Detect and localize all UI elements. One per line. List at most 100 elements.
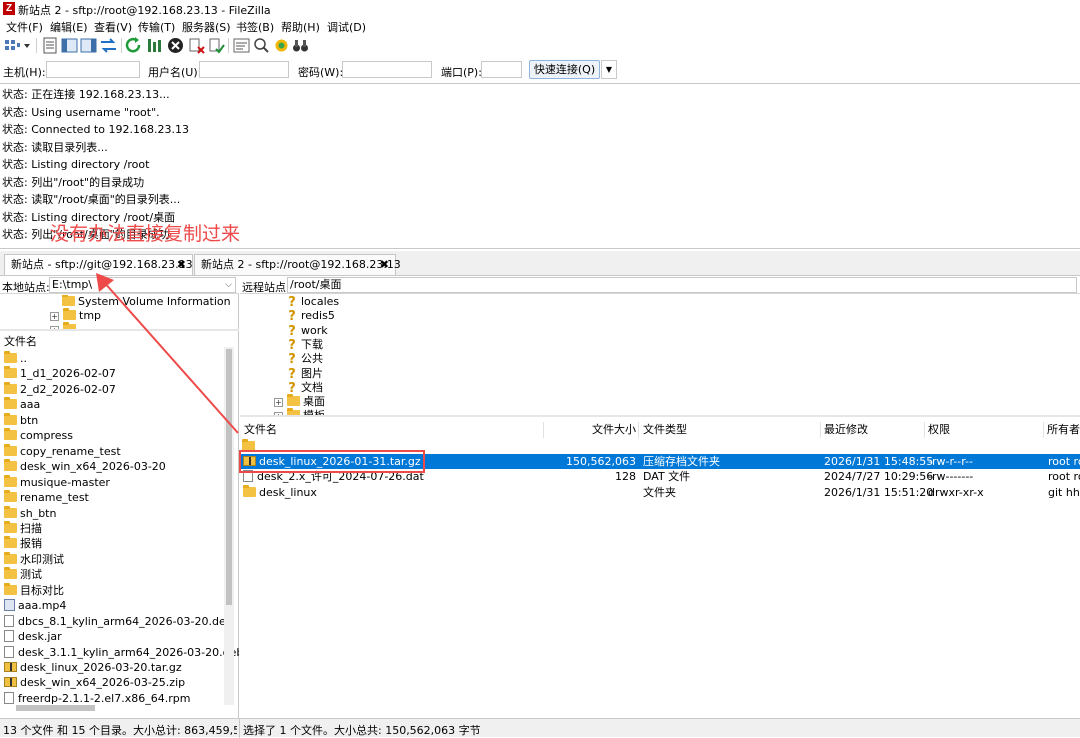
tree-item[interactable]: ? work xyxy=(286,324,327,338)
binoculars-icon[interactable] xyxy=(292,37,309,54)
tree-item[interactable]: ? locales xyxy=(286,295,339,309)
list-item[interactable]: 水印测试 xyxy=(4,551,64,567)
tree-item[interactable]: ? 下载 xyxy=(286,338,323,352)
menu-file[interactable]: 文件(F) xyxy=(6,19,43,35)
filter-icon[interactable] xyxy=(233,37,250,54)
scrollbar-thumb[interactable] xyxy=(226,349,232,605)
disconnect-icon[interactable] xyxy=(188,37,205,54)
list-item-parent[interactable] xyxy=(242,439,258,454)
table-row[interactable]: desk_2.x_许可_2024-07-26.dat 128 DAT 文件 2024/… xyxy=(240,469,1080,484)
quickconnect-dropdown[interactable]: ▼ xyxy=(601,60,617,79)
list-item[interactable]: desk_win_x64_2026-03-25.zip xyxy=(4,675,185,690)
file-name: dbcs_8.1_kylin_arm64_2026-03-20.deb xyxy=(18,614,233,628)
local-tree: System Volume Information + tmp + xyxy=(0,295,239,331)
chevron-down-icon[interactable] xyxy=(22,37,32,54)
tree-item[interactable]: ? 图片 xyxy=(286,367,323,381)
menu-edit[interactable]: 编辑(E) xyxy=(50,19,88,35)
process-queue-icon[interactable] xyxy=(146,37,163,54)
menu-server[interactable]: 服务器(S) xyxy=(182,19,231,35)
tree-item[interactable]: ? 文档 xyxy=(286,381,323,395)
list-item[interactable]: aaa xyxy=(4,397,40,412)
tree-item[interactable]: + tmp xyxy=(50,308,101,323)
list-item[interactable]: desk_3.1.1_kylin_arm64_2026-03-20.deb xyxy=(4,645,239,660)
folder-icon xyxy=(4,490,17,503)
list-item[interactable]: desk_win_x64_2026-03-20 xyxy=(4,459,166,474)
list-item[interactable]: .. xyxy=(4,351,27,366)
transfer-queue-icon[interactable] xyxy=(100,37,117,54)
list-item[interactable]: dbcs_8.1_kylin_arm64_2026-03-20.deb xyxy=(4,614,233,629)
local-path-combobox[interactable]: E:\tmp\ ⌵ xyxy=(49,277,236,293)
table-row[interactable]: desk_linux_2026-01-31.tar.gz 150,562,063 压… xyxy=(240,454,1080,469)
host-input[interactable] xyxy=(46,61,140,78)
local-col-filename[interactable]: 文件名 xyxy=(4,333,37,351)
quickconnect-button[interactable]: 快速连接(Q) xyxy=(529,60,600,79)
list-item[interactable]: freerdp-2.1.1-2.el7.x86_64.rpm xyxy=(4,691,190,706)
local-horizontal-scroll-thumb[interactable] xyxy=(16,705,95,711)
tab-site-git[interactable]: 新站点 - sftp://git@192.168.23.13 ✖ xyxy=(4,254,193,275)
toggle-log-icon[interactable] xyxy=(42,37,59,54)
folder-icon xyxy=(4,520,17,533)
remote-col-owner[interactable]: 所有者... xyxy=(1047,421,1080,439)
remote-site-bar: 远程站点: /root/桌面 xyxy=(240,276,1080,294)
list-item[interactable]: copy_rename_test xyxy=(4,443,121,459)
close-icon[interactable]: ✖ xyxy=(380,255,389,274)
menu-debug[interactable]: 调试(D) xyxy=(327,19,366,35)
file-name: desk.jar xyxy=(18,630,62,644)
cancel-operation-icon[interactable] xyxy=(167,37,184,54)
remote-col-perms[interactable]: 权限 xyxy=(928,421,950,439)
list-item[interactable]: desk.jar xyxy=(4,629,62,644)
remote-path-input[interactable]: /root/桌面 xyxy=(287,277,1077,293)
tree-item[interactable]: System Volume Information xyxy=(62,295,231,309)
local-vertical-scrollbar[interactable] xyxy=(224,347,234,705)
toggle-local-tree-icon[interactable] xyxy=(61,37,78,54)
refresh-icon[interactable] xyxy=(125,37,142,54)
remote-col-modified[interactable]: 最近修改 xyxy=(824,421,868,439)
list-item[interactable]: 2_d2_2026-02-07 xyxy=(4,381,116,397)
list-item[interactable]: sh_btn xyxy=(4,505,56,521)
tab-site-root[interactable]: 新站点 2 - sftp://root@192.168.23.13 ✖ xyxy=(194,254,401,275)
remote-col-filename[interactable]: 文件名 xyxy=(244,421,277,439)
list-item[interactable]: rename_test xyxy=(4,490,89,505)
expand-icon[interactable]: + xyxy=(50,312,59,321)
search-icon[interactable] xyxy=(253,37,270,54)
list-item[interactable]: 报销 xyxy=(4,536,42,551)
remote-panel: 远程站点: /root/桌面 ? locales? redis5? work? 下载? 公… xyxy=(240,276,1080,718)
tree-item[interactable]: + 桌面 xyxy=(274,394,325,409)
tree-item[interactable]: ? 公共 xyxy=(286,352,323,366)
username-input[interactable] xyxy=(199,61,289,78)
expand-icon[interactable]: + xyxy=(274,412,283,415)
reconnect-icon[interactable] xyxy=(208,37,225,54)
list-item[interactable]: 1_d1_2026-02-07 xyxy=(4,366,116,381)
list-item[interactable]: musique-master xyxy=(4,474,110,490)
list-item[interactable]: compress xyxy=(4,428,73,443)
password-input[interactable] xyxy=(342,61,432,78)
expand-icon[interactable]: + xyxy=(50,326,59,329)
list-item[interactable]: 测试 xyxy=(4,567,42,582)
menu-help[interactable]: 帮助(H) xyxy=(281,19,320,35)
menu-view[interactable]: 查看(V) xyxy=(94,19,132,35)
close-icon[interactable]: ✖ xyxy=(177,255,186,274)
expand-icon[interactable]: + xyxy=(274,398,283,408)
list-item[interactable]: 目标对比 xyxy=(4,582,64,598)
log-line: 状态: Using username "root". xyxy=(2,106,160,119)
list-item[interactable]: desk_linux_2026-03-20.tar.gz xyxy=(4,660,182,675)
menu-bookmarks[interactable]: 书签(B) xyxy=(236,19,274,35)
list-item[interactable]: btn xyxy=(4,412,38,428)
port-input[interactable] xyxy=(481,61,522,78)
title-bar: Z 新站点 2 - sftp://root@192.168.23.13 - Fi… xyxy=(0,0,1080,18)
menu-transfer[interactable]: 传输(T) xyxy=(138,19,175,35)
list-item[interactable]: 扫描 xyxy=(4,520,42,536)
remote-col-size[interactable]: 文件大小 xyxy=(544,421,636,439)
tree-item[interactable]: ? redis5 xyxy=(286,309,335,323)
tree-item[interactable]: + xyxy=(50,322,79,329)
toggle-remote-tree-icon[interactable] xyxy=(80,37,97,54)
tree-item[interactable]: + 模板 xyxy=(274,408,325,415)
list-item[interactable]: aaa.mp4 xyxy=(4,598,66,613)
file-name: 1_d1_2026-02-07 xyxy=(20,367,116,381)
file-name: desk_linux xyxy=(259,485,317,499)
file-name: 扫描 xyxy=(20,521,42,535)
sync-browsing-icon[interactable] xyxy=(273,37,290,54)
table-row[interactable]: desk_linux 文件夹 2026/1/31 15:51:20 drwxr-xr-… xyxy=(240,484,1080,500)
remote-col-type[interactable]: 文件类型 xyxy=(643,421,687,439)
site-manager-icon[interactable] xyxy=(4,37,21,54)
